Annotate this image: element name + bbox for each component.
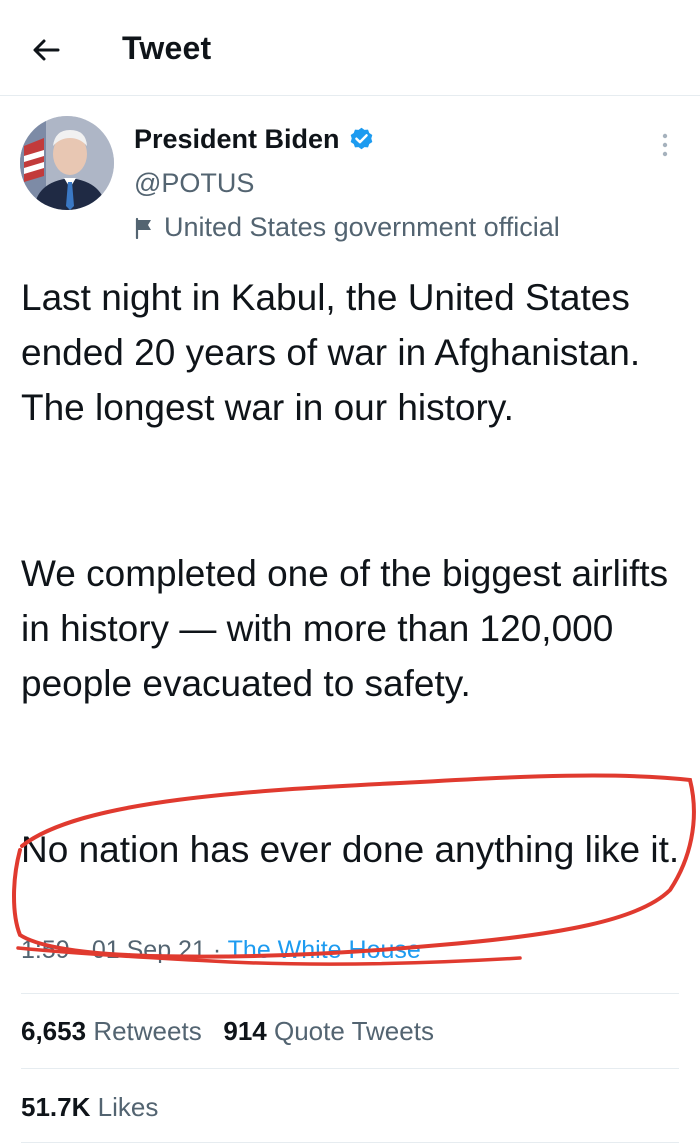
likes-row: 51.7K Likes [21,1092,158,1123]
profile-photo [20,116,114,210]
likes-count: 51.7K [21,1092,91,1122]
page-title: Tweet [122,30,212,66]
tweet-meta: 1:59 · 01 Sep 21 · The White House [21,936,421,965]
back-button[interactable] [24,28,68,72]
author-handle[interactable]: @POTUS [134,168,254,199]
divider [21,1142,679,1143]
tweet-detail-page: Tweet President Biden @POTUS United Stat… [0,0,700,1147]
tweet-source-link[interactable]: The White House [228,936,421,964]
tweet-paragraph: Last night in Kabul, the United States e… [21,277,641,428]
retweets-count: 6,653 [21,1016,87,1046]
engagement-stats: 6,653 Retweets 914 Quote Tweets [21,1016,434,1047]
divider [21,993,679,994]
likes-label: Likes [97,1092,159,1122]
divider [21,1068,679,1069]
quotes-count: 914 [223,1016,267,1046]
retweets-label: Retweets [93,1016,202,1046]
tweet-paragraph: We completed one of the biggest airlifts… [21,553,669,704]
verified-badge-icon [350,127,372,150]
more-options-button[interactable] [650,128,680,162]
government-label-text: United States government official [164,212,560,242]
more-vertical-icon [662,133,668,157]
author-name-row[interactable]: President Biden [134,124,375,155]
quotes-label: Quote Tweets [274,1016,434,1046]
tweet-timestamp[interactable]: 1:59 · 01 Sep 21 [21,936,206,964]
avatar[interactable] [20,116,114,210]
likes-stat[interactable]: 51.7K Likes [21,1092,158,1122]
quote-tweets-stat[interactable]: 914 Quote Tweets [223,1016,434,1046]
top-bar: Tweet [0,0,700,96]
flag-icon [135,217,151,239]
arrow-left-icon [33,39,60,61]
tweet-paragraph: No nation has ever done anything like it… [21,829,680,870]
government-label: United States government official [134,212,560,243]
meta-separator: · [205,936,228,964]
author-name: President Biden [134,124,340,154]
retweets-stat[interactable]: 6,653 Retweets [21,1016,202,1046]
